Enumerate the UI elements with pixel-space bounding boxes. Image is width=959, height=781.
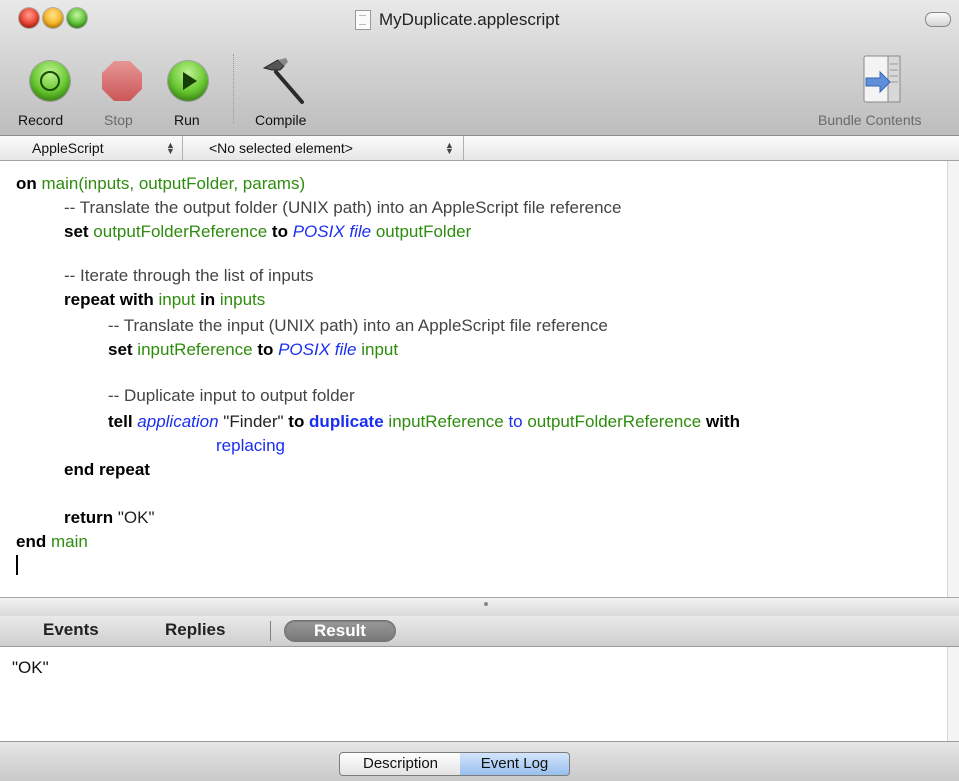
language-popup-value: AppleScript [32, 140, 104, 156]
code-token: inputReference [383, 412, 509, 431]
split-view-divider[interactable] [0, 597, 959, 617]
result-tab-bar: Events Replies Result [0, 616, 959, 647]
code-token: outputFolderReference [522, 412, 706, 431]
editor-scrollbar[interactable] [947, 161, 959, 597]
close-button[interactable] [19, 8, 39, 28]
zoom-button[interactable] [67, 8, 87, 28]
code-token: set [108, 340, 133, 359]
code-token: set [64, 222, 89, 241]
code-token: "OK" [113, 508, 155, 527]
window-toolbar: MyDuplicate.applescript Record Stop Run … [0, 0, 959, 136]
tab-events[interactable]: Events [43, 620, 99, 640]
code-token: -- Iterate through the list of inputs [64, 266, 314, 285]
code-line: replacing [216, 435, 285, 457]
code-token: duplicate [304, 412, 384, 431]
code-token: return [64, 508, 114, 527]
element-popup[interactable]: <No selected element> ▲ ▼ [183, 136, 464, 160]
text-cursor [16, 555, 18, 575]
code-line: -- Translate the output folder (UNIX pat… [64, 197, 622, 219]
code-line: tell application "Finder" to duplicate i… [108, 411, 740, 433]
code-token: to [508, 412, 523, 431]
tab-divider [270, 621, 271, 641]
code-token: input [153, 290, 201, 309]
toolbar-toggle-button[interactable] [925, 12, 951, 27]
code-line: end repeat [64, 459, 150, 481]
code-token: with [705, 412, 740, 431]
result-scrollbar[interactable] [947, 647, 959, 741]
code-line: end main [16, 531, 88, 553]
navigation-bar: AppleScript ▲ ▼ <No selected element> ▲ ▼ [0, 136, 959, 161]
hammer-icon[interactable] [258, 56, 310, 108]
bottom-bar: Description Event Log [0, 741, 959, 781]
code-line: -- Translate the input (UNIX path) into … [108, 315, 608, 337]
code-token: input [356, 340, 399, 359]
code-token: POSIX file [273, 340, 357, 359]
window-title: MyDuplicate.applescript [355, 8, 559, 32]
window-title-text: MyDuplicate.applescript [379, 10, 560, 29]
code-token: inputs [215, 290, 266, 309]
code-token: on [16, 174, 37, 193]
code-line: set inputReference to POSIX file input [108, 339, 398, 361]
bundle-contents-icon[interactable] [860, 54, 904, 104]
stop-button-label[interactable]: Stop [104, 112, 133, 128]
event-log-tab[interactable]: Event Log [460, 752, 570, 776]
code-token: -- Duplicate input to output folder [108, 386, 355, 405]
element-popup-value: <No selected element> [209, 140, 353, 156]
code-token: to [257, 340, 274, 359]
code-token: POSIX file [287, 222, 372, 241]
code-token: -- Translate the output folder (UNIX pat… [64, 198, 622, 217]
minimize-button[interactable] [43, 8, 63, 28]
code-token: end [16, 532, 47, 551]
stop-icon[interactable] [102, 61, 142, 101]
result-text: "OK" [12, 658, 49, 677]
popup-arrows-icon: ▲ ▼ [166, 140, 175, 156]
tab-replies[interactable]: Replies [165, 620, 225, 640]
code-token: end repeat [64, 460, 150, 479]
code-token: in [200, 290, 216, 309]
code-token: to [288, 412, 305, 431]
language-popup[interactable]: AppleScript ▲ ▼ [0, 136, 183, 160]
compile-button-label[interactable]: Compile [255, 112, 306, 128]
toolbar-separator [233, 54, 234, 124]
code-token: repeat with [64, 290, 154, 309]
tab-result[interactable]: Result [284, 620, 396, 642]
document-icon [355, 10, 371, 30]
code-token: inputReference [132, 340, 258, 359]
record-icon[interactable] [30, 61, 70, 101]
result-pane[interactable] [0, 647, 947, 741]
run-icon[interactable] [168, 61, 208, 101]
bundle-contents-button-label[interactable]: Bundle Contents [818, 112, 922, 128]
code-token: to [271, 222, 288, 241]
code-token: main(inputs, outputFolder, params) [36, 174, 306, 193]
code-token: -- Translate the input (UNIX path) into … [108, 316, 608, 335]
code-token: outputFolder [371, 222, 472, 241]
code-line: repeat with input in inputs [64, 289, 265, 311]
code-line: -- Iterate through the list of inputs [64, 265, 313, 287]
script-editor[interactable]: on main(inputs, outputFolder, params) -- … [0, 161, 947, 597]
code-line: -- Duplicate input to output folder [108, 385, 355, 407]
code-line: on main(inputs, outputFolder, params) [16, 173, 305, 195]
code-token: outputFolderReference [88, 222, 272, 241]
code-token: replacing [216, 436, 285, 455]
code-line: set outputFolderReference to POSIX file … [64, 221, 471, 243]
popup-arrows-icon: ▲ ▼ [445, 140, 454, 156]
run-button-label[interactable]: Run [174, 112, 200, 128]
code-token: application [132, 412, 219, 431]
description-tab[interactable]: Description [339, 752, 462, 776]
code-token: main [46, 532, 88, 551]
code-line: return "OK" [64, 507, 154, 529]
code-token: "Finder" [218, 412, 289, 431]
record-button-label[interactable]: Record [18, 112, 63, 128]
code-token: tell [108, 412, 133, 431]
